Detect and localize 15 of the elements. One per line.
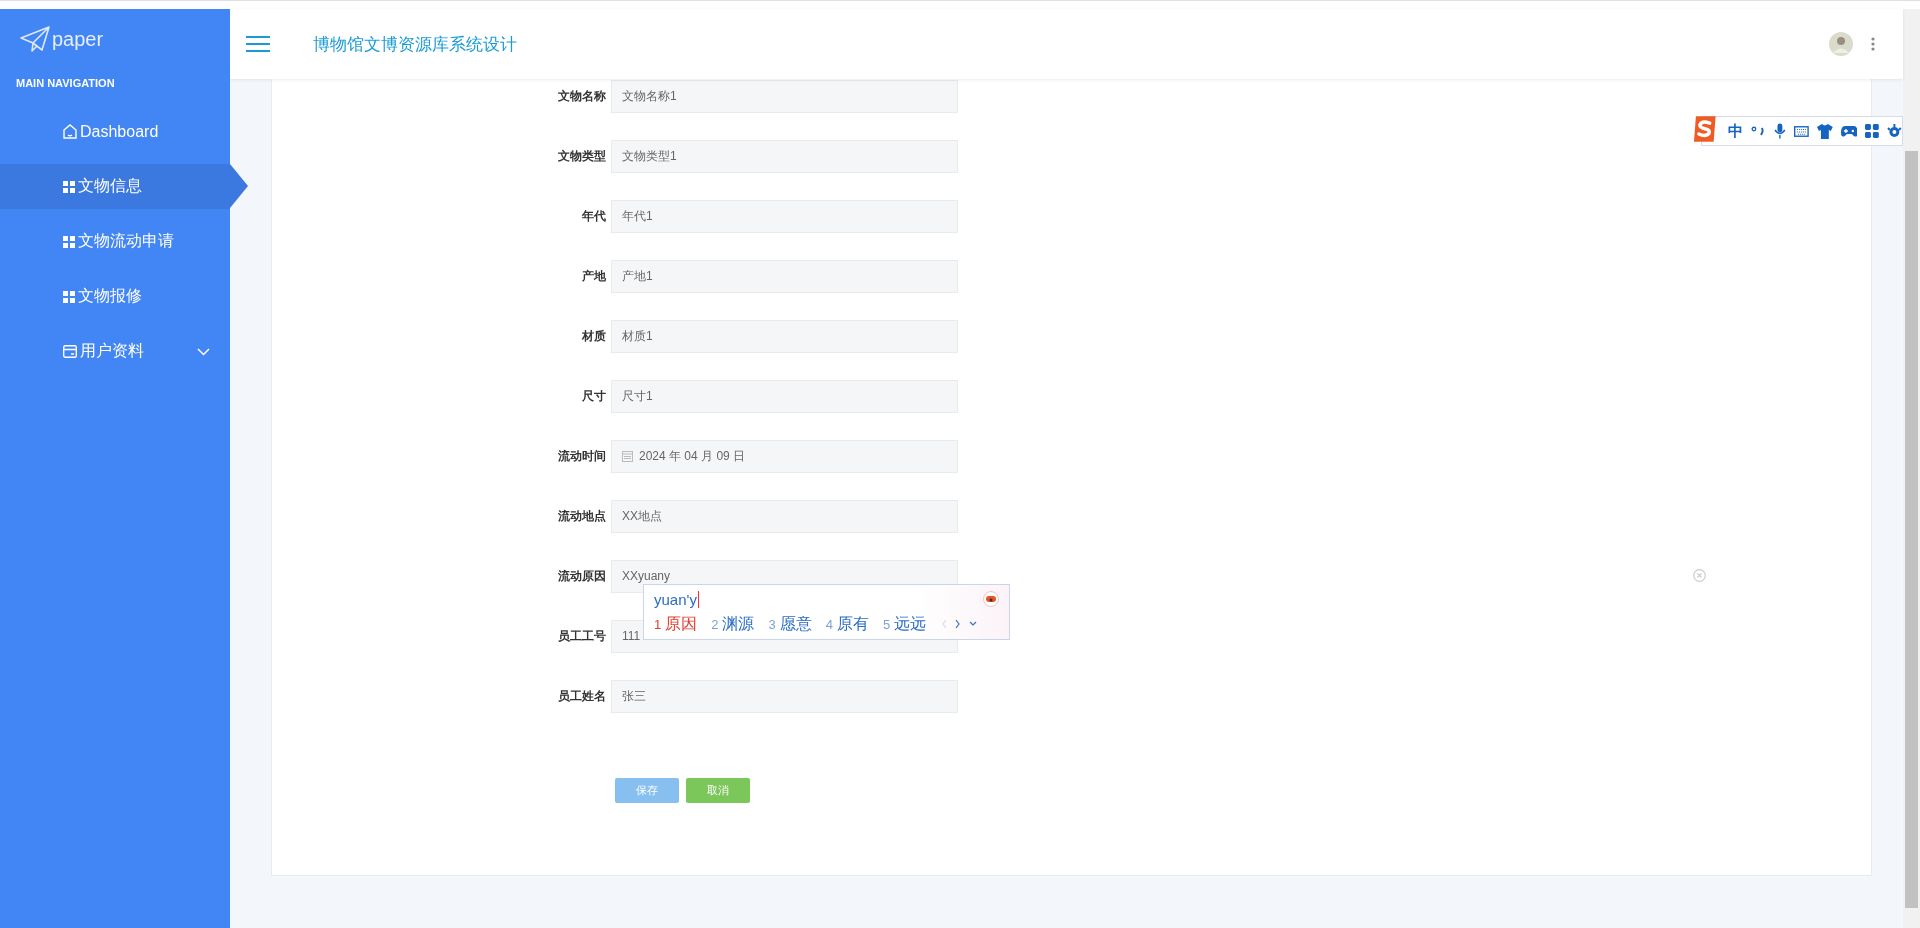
field-label: 文物名称 xyxy=(557,87,606,105)
field-label: 尺寸 xyxy=(581,387,606,405)
field-label: 材质 xyxy=(581,327,606,345)
app-title: 博物馆文博资源库系统设计 xyxy=(313,33,517,56)
brand-name: paper xyxy=(52,27,104,51)
nav-heading: MAIN NAVIGATION xyxy=(15,76,116,91)
field-label: 员工工号 xyxy=(557,627,606,645)
ime-composition: yuan'y xyxy=(654,590,699,608)
field-label: 员工姓名 xyxy=(557,687,606,705)
field-label: 年代 xyxy=(581,207,606,225)
field-label: 流动原因 xyxy=(557,567,606,585)
field-label: 流动时间 xyxy=(557,447,606,465)
field-label: 文物类型 xyxy=(557,147,606,165)
field-label: 流动地点 xyxy=(557,507,606,525)
field-label: 产地 xyxy=(581,267,606,285)
